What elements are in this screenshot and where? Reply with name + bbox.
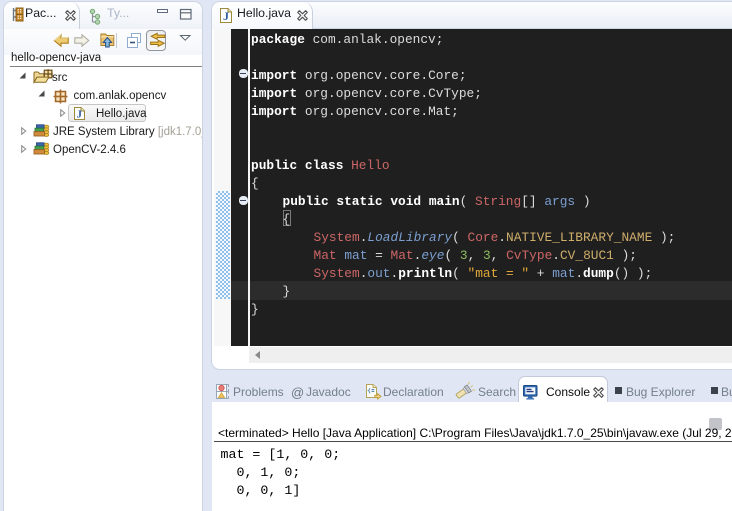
svg-text:J: J [223, 9, 229, 23]
svg-text:J: J [76, 108, 82, 120]
